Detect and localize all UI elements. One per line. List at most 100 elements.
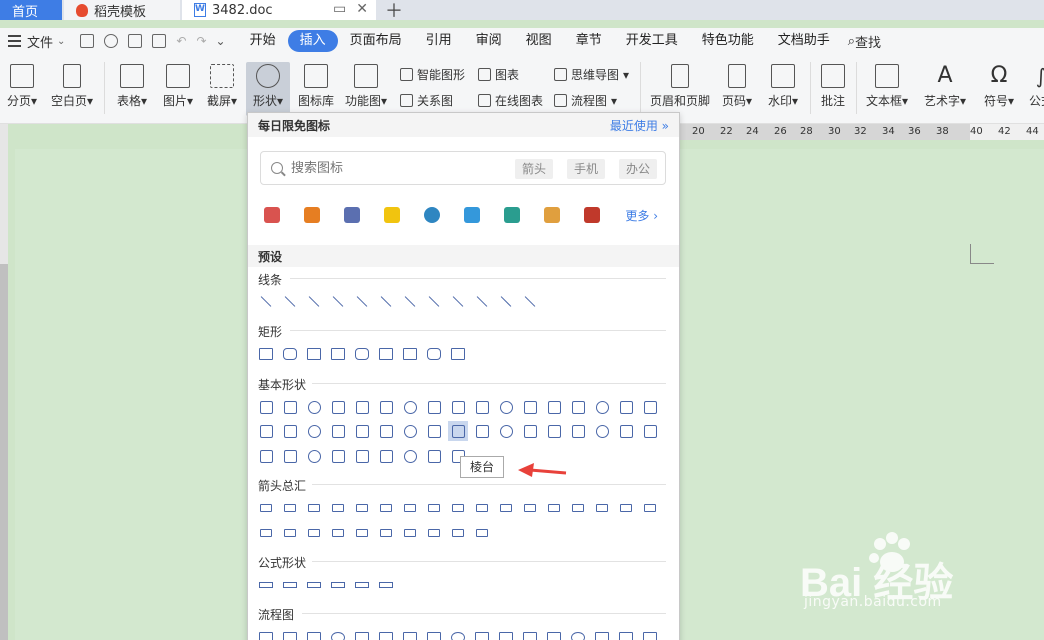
icon-search-box[interactable]: 箭头 手机 办公 [260,151,666,185]
basic-shape-icon[interactable] [544,421,564,441]
basic-shape-icon[interactable] [328,421,348,441]
basic-shape-icon[interactable] [328,446,348,466]
monitor-icon[interactable] [464,207,480,223]
arrow-shape-icon[interactable] [256,523,276,543]
output-pdf-icon[interactable] [104,34,119,48]
basic-shape-icon[interactable] [352,446,372,466]
customize-toolbar-icon[interactable]: ⌄ [216,34,226,48]
flow-shape-icon[interactable] [448,627,468,640]
line-shape-icon[interactable] [496,291,516,311]
basic-shape-icon[interactable] [376,421,396,441]
basic-shape-icon[interactable] [376,397,396,417]
flow-shape-icon[interactable] [376,627,396,640]
line-shape-icon[interactable] [280,291,300,311]
team-icon[interactable] [504,207,520,223]
menu-section[interactable]: 章节 [564,30,614,52]
header-footer-button[interactable]: 页眉和页脚 [648,60,712,109]
rect-shape-icon[interactable] [400,344,420,364]
menu-assistant[interactable]: 文档助手 [766,30,842,52]
rect-shape-icon[interactable] [448,344,468,364]
formula-shape-icon[interactable] [376,575,396,595]
arrow-shape-icon[interactable] [424,523,444,543]
online-chart-button[interactable]: 在线图表 [478,92,543,109]
textbox-button[interactable]: 文本框▾ [864,60,910,109]
line-shape-icon[interactable] [400,291,420,311]
arrow-shape-icon[interactable] [328,523,348,543]
arrow-shape-icon[interactable] [400,498,420,518]
basic-shape-icon[interactable] [280,446,300,466]
rect-shape-icon[interactable] [328,344,348,364]
chevron-down-icon[interactable]: ⌄ [57,36,65,47]
network-icon[interactable] [424,207,440,223]
undo-icon[interactable]: ↶ [176,34,186,48]
basic-shape-icon[interactable] [424,446,444,466]
basic-shape-icon[interactable] [472,421,492,441]
arrow-shape-icon[interactable] [544,498,564,518]
arrow-shape-icon[interactable] [280,523,300,543]
basic-shape-icon[interactable] [640,421,660,441]
presentation-icon[interactable] [344,207,360,223]
tab-templates[interactable]: 稻壳模板 [64,0,180,20]
arrow-shape-icon[interactable] [328,498,348,518]
basic-shape-icon[interactable] [280,397,300,417]
arrow-shape-icon[interactable] [352,498,372,518]
formula-shape-icon[interactable] [352,575,372,595]
chair-icon[interactable] [264,207,280,223]
flow-shape-icon[interactable] [352,627,372,640]
menu-start[interactable]: 开始 [238,30,288,52]
basic-shape-icon[interactable] [328,397,348,417]
arrow-shape-icon[interactable] [568,498,588,518]
flow-shape-icon[interactable] [568,627,588,640]
arrow-shape-icon[interactable] [280,498,300,518]
basic-shape-icon[interactable] [256,397,276,417]
print-preview-icon[interactable] [152,34,167,48]
basic-shape-icon[interactable] [448,397,468,417]
basic-shape-icon[interactable] [592,421,612,441]
basic-shape-icon[interactable] [424,421,444,441]
arrow-shape-icon[interactable] [352,523,372,543]
line-shape-icon[interactable] [352,291,372,311]
more-link[interactable]: 更多 › [625,207,658,224]
arrow-shape-icon[interactable] [424,498,444,518]
shapes-button[interactable]: 形状▾ [246,62,290,116]
menu-view[interactable]: 视图 [514,30,564,52]
redo-icon[interactable]: ↷ [196,34,206,48]
basic-shape-icon[interactable] [304,421,324,441]
flow-shape-icon[interactable] [328,627,348,640]
rect-shape-icon[interactable] [424,344,444,364]
basic-shape-icon[interactable] [400,397,420,417]
flow-shape-icon[interactable] [616,627,636,640]
flow-shape-icon[interactable] [520,627,540,640]
basic-shape-icon[interactable] [616,421,636,441]
basic-shape-icon[interactable] [256,446,276,466]
basic-shape-icon[interactable] [520,421,540,441]
blank-page-button[interactable]: 空白页▾ [48,60,96,109]
line-shape-icon[interactable] [520,291,540,311]
menu-layout[interactable]: 页面布局 [338,30,414,52]
formula-shape-icon[interactable] [304,575,324,595]
symbol-button[interactable]: Ω 符号▾ [980,60,1018,109]
flow-shape-icon[interactable] [256,627,276,640]
new-tab-button[interactable]: ＋ [376,0,412,22]
flow-shape-icon[interactable] [304,627,324,640]
line-shape-icon[interactable] [472,291,492,311]
formula-shape-icon[interactable] [256,575,276,595]
table-button[interactable]: 表格▾ [114,60,150,109]
box-icon[interactable] [584,207,600,223]
flow-shape-icon[interactable] [592,627,612,640]
menu-file[interactable]: 文件 [27,32,53,51]
basic-shape-icon[interactable] [352,397,372,417]
basic-shape-icon[interactable] [304,446,324,466]
line-shape-icon[interactable] [256,291,276,311]
menu-insert[interactable]: 插入 [287,30,338,52]
menu-review[interactable]: 审阅 [464,30,514,52]
save-icon[interactable] [80,34,95,48]
page-break-button[interactable]: 分页▾ [4,60,40,109]
basic-shape-icon[interactable] [472,397,492,417]
tab-document[interactable]: W 3482.doc ▭ ✕ [182,0,376,20]
rect-shape-icon[interactable] [304,344,324,364]
basic-shape-icon[interactable] [448,421,468,441]
menu-search[interactable]: 查找 [855,32,881,51]
rect-shape-icon[interactable] [352,344,372,364]
smart-art-button[interactable]: 智能图形 [400,66,465,83]
